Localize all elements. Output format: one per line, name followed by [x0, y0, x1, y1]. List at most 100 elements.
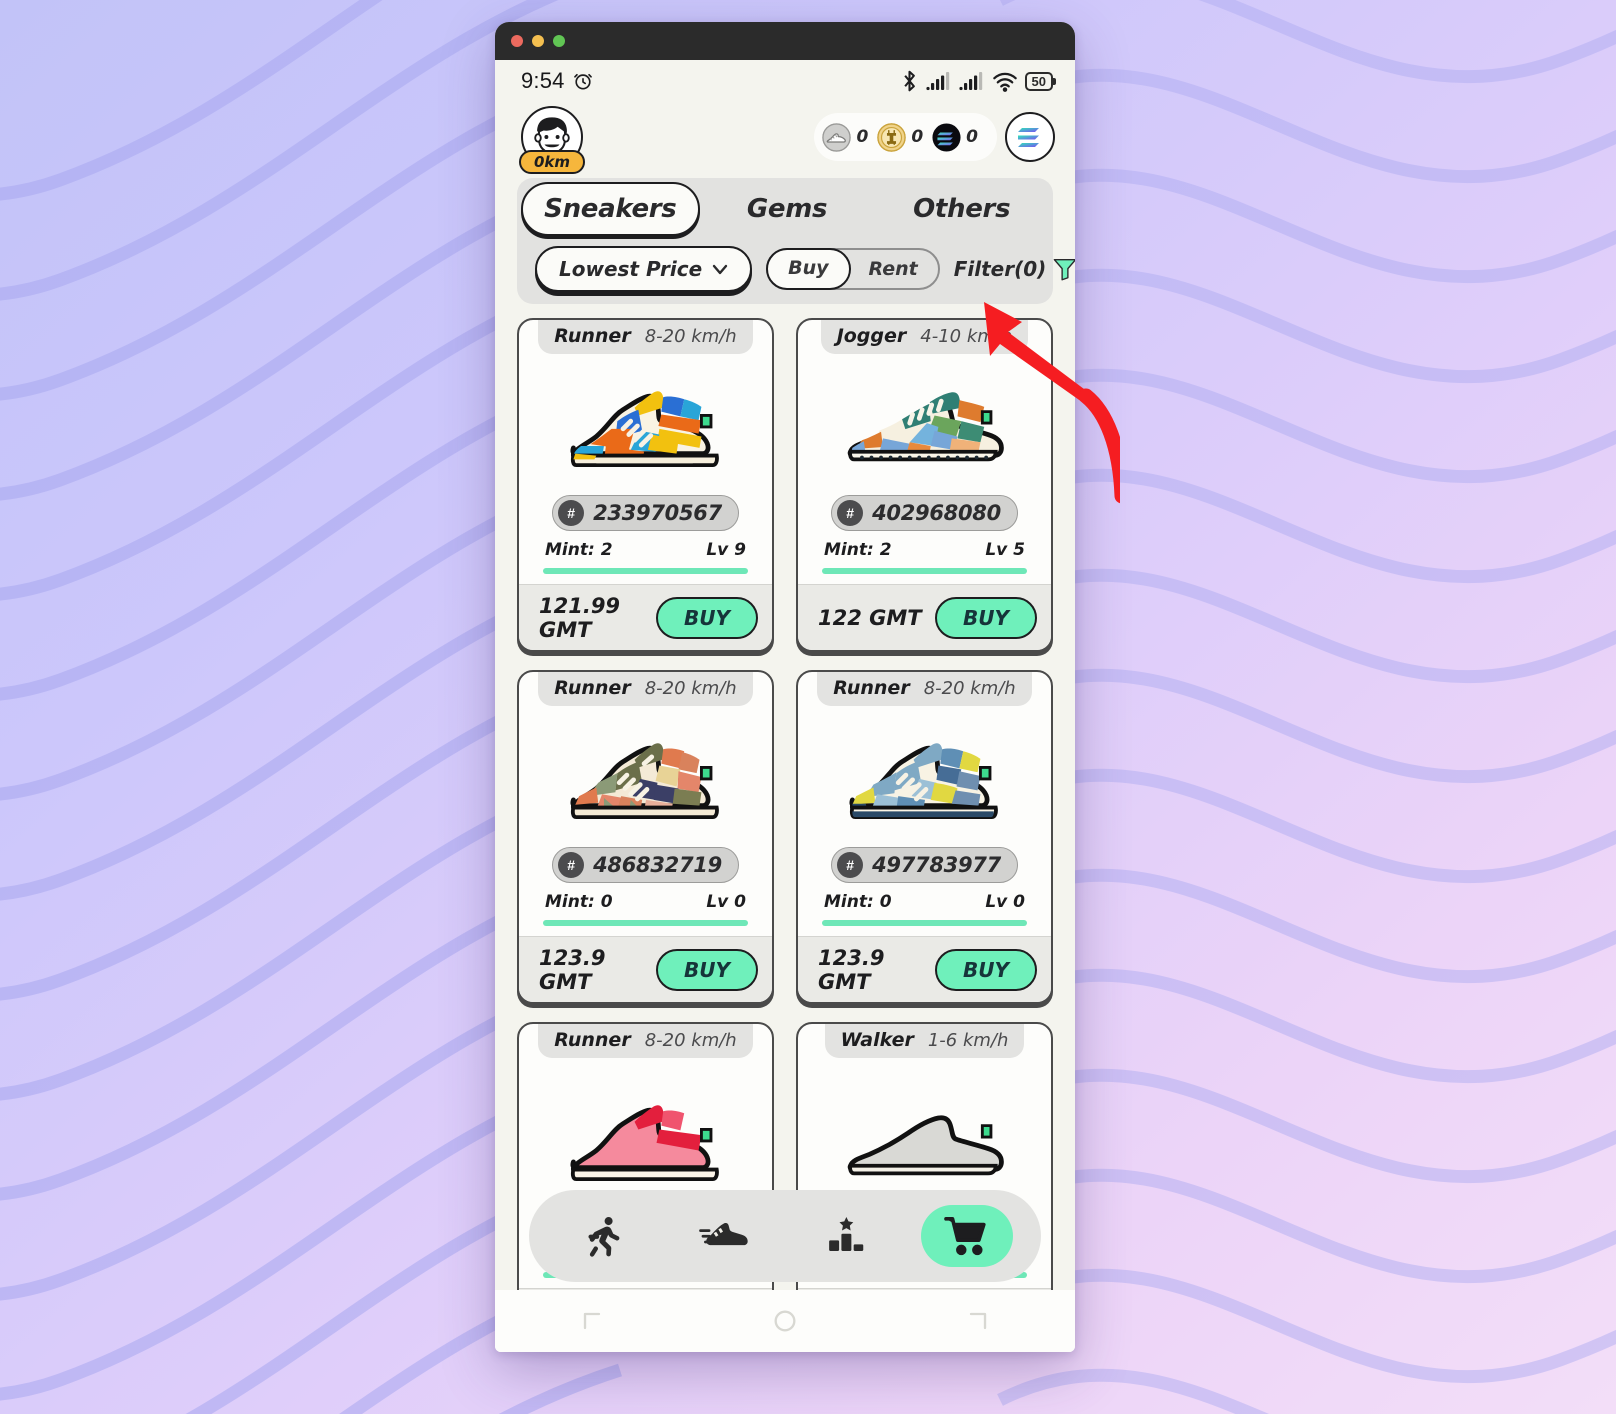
sneaker-card[interactable]: Runner 8-20 km/h — [517, 318, 774, 652]
sneaker-level: Lv 9 — [706, 540, 746, 560]
card-footer: 123.9 GMT BUY — [798, 936, 1051, 1002]
category-tabs: Sneakers Gems Others — [517, 178, 1053, 240]
nav-item-leaderboard[interactable] — [800, 1205, 892, 1267]
market-controls: Sneakers Gems Others Lowest Price Buy Re… — [517, 178, 1075, 304]
sneaker-hightop-icon — [848, 742, 998, 819]
sneaker-hightop-icon — [569, 390, 719, 467]
sneaker-token-icon — [822, 122, 852, 152]
currency-sneaker-token[interactable]: 0 — [822, 122, 873, 152]
sneaker-card[interactable]: Jogger 4-10 km/h # 402968080 Mint: 2 Lv … — [796, 318, 1053, 652]
nav-item-sneakers[interactable] — [679, 1205, 771, 1267]
sneaker-price: 123.9 GMT — [818, 945, 885, 994]
sneaker-card[interactable]: Runner 8-20 km/h — [517, 670, 774, 1004]
minimize-window-button[interactable] — [532, 35, 544, 47]
sneaker-speed: 8-20 km/h — [644, 326, 737, 347]
sneaker-level: Lv 0 — [985, 892, 1025, 912]
distance-badge: 0km — [519, 150, 585, 174]
filter-link[interactable]: Filter(0) — [954, 254, 1075, 284]
sneaker-type-chip: Runner 8-20 km/h — [538, 320, 753, 354]
sneaker-image — [810, 706, 1039, 847]
sneaker-type: Jogger — [836, 325, 907, 347]
sneaker-stats: Mint: 2 Lv 9 — [531, 540, 760, 560]
cellular-signal-icon — [958, 72, 982, 91]
sneaker-id: 233970567 — [593, 501, 722, 525]
currency-balances: 0 0 0 — [814, 113, 997, 161]
sneaker-stats: Mint: 0 Lv 0 — [531, 892, 760, 912]
running-person-icon — [587, 1217, 619, 1257]
nav-item-run[interactable] — [558, 1205, 650, 1267]
app-header: 0km 0 0 0 — [495, 102, 1075, 178]
sneaker-image — [531, 354, 760, 495]
sneaker-card[interactable]: Runner 8-20 km/h — [796, 670, 1053, 1004]
card-body: Runner 8-20 km/h — [519, 320, 772, 584]
android-back-icon[interactable] — [562, 1304, 622, 1338]
sneaker-type-chip: Jogger 4-10 km/h — [820, 320, 1029, 354]
sneaker-level: Lv 0 — [706, 892, 746, 912]
sneaker-progress-bar — [822, 568, 1027, 574]
sneaker-price: 122 GMT — [818, 605, 922, 630]
tab-sneakers[interactable]: Sneakers — [521, 182, 700, 236]
solana-wallet-button[interactable] — [1005, 112, 1055, 162]
toggle-rent[interactable]: Rent — [849, 250, 938, 288]
sneaker-speed: 8-20 km/h — [644, 1030, 737, 1051]
sneaker-mint: Mint: 2 — [824, 540, 892, 560]
shopping-cart-icon — [943, 1217, 986, 1256]
buy-button[interactable]: BUY — [656, 596, 758, 639]
currency-solana[interactable]: 0 — [932, 122, 983, 152]
maximize-window-button[interactable] — [553, 35, 565, 47]
sneaker-type: Runner — [554, 1029, 631, 1051]
sneaker-stats: Mint: 0 Lv 0 — [810, 892, 1039, 912]
sneaker-type: Runner — [554, 677, 631, 699]
sneaker-id-chip: # 486832719 — [552, 847, 739, 883]
sneaker-lowtop-icon — [847, 1114, 1004, 1175]
nav-item-market[interactable] — [920, 1205, 1013, 1267]
sneaker-progress-bar — [543, 568, 748, 574]
bottom-navigation — [529, 1190, 1041, 1282]
window-titlebar — [495, 22, 1075, 60]
sneaker-id-chip: # 402968080 — [831, 495, 1018, 531]
toggle-buy[interactable]: Buy — [766, 248, 851, 290]
sneaker-type-chip: Runner 8-20 km/h — [817, 672, 1032, 706]
sneaker-price: 121.99 GMT — [539, 593, 621, 642]
buy-button[interactable]: BUY — [935, 596, 1037, 639]
solana-coin-icon — [932, 122, 961, 152]
filter-bar: Lowest Price Buy Rent Filter(0) — [517, 240, 1075, 304]
status-clock-group: 9:54 — [521, 68, 594, 94]
card-footer: 122 GMT BUY — [798, 584, 1051, 650]
sneaker-id-chip: # 497783977 — [831, 847, 1018, 883]
sneaker-speed: 8-20 km/h — [923, 678, 1016, 699]
android-recents-icon[interactable] — [948, 1304, 1008, 1338]
sneaker-image — [531, 706, 760, 847]
sneaker-speed: 1-6 km/h — [927, 1030, 1009, 1051]
sort-dropdown[interactable]: Lowest Price — [535, 246, 753, 292]
sneaker-hightop-icon — [569, 742, 719, 819]
buy-button[interactable]: BUY — [656, 948, 758, 991]
hash-icon: # — [837, 852, 864, 878]
sneaker-type: Walker — [840, 1029, 914, 1051]
profile-area[interactable]: 0km — [519, 106, 591, 174]
sneaker-type: Runner — [554, 325, 631, 347]
sneaker-price: 123.9 GMT — [539, 945, 606, 994]
status-time: 9:54 — [521, 68, 565, 93]
solana-wallet-icon — [1018, 128, 1039, 147]
android-home-icon[interactable] — [755, 1304, 815, 1338]
sneaker-progress-bar — [822, 920, 1027, 926]
currency-gmt[interactable]: 0 — [877, 122, 928, 152]
buy-button[interactable]: BUY — [935, 948, 1037, 991]
sneaker-stats: Mint: 2 Lv 5 — [810, 540, 1039, 560]
sneaker-image — [810, 354, 1039, 495]
sneaker-level: Lv 5 — [985, 540, 1025, 560]
tab-others[interactable]: Others — [874, 182, 1049, 236]
tab-gems[interactable]: Gems — [700, 182, 875, 236]
alarm-clock-icon — [573, 73, 592, 90]
sort-label: Lowest Price — [559, 257, 703, 281]
hash-icon: # — [837, 500, 864, 526]
sneaker-type-chip: Walker 1-6 km/h — [824, 1024, 1025, 1058]
sneaker-icon — [698, 1223, 748, 1246]
sneaker-lowtop-icon — [847, 391, 1004, 461]
status-indicators: 50 — [900, 69, 1057, 93]
sneaker-progress-bar — [543, 920, 748, 926]
card-body: Jogger 4-10 km/h # 402968080 Mint: 2 Lv … — [798, 320, 1051, 584]
wifi-icon — [992, 72, 1017, 92]
close-window-button[interactable] — [511, 35, 523, 47]
